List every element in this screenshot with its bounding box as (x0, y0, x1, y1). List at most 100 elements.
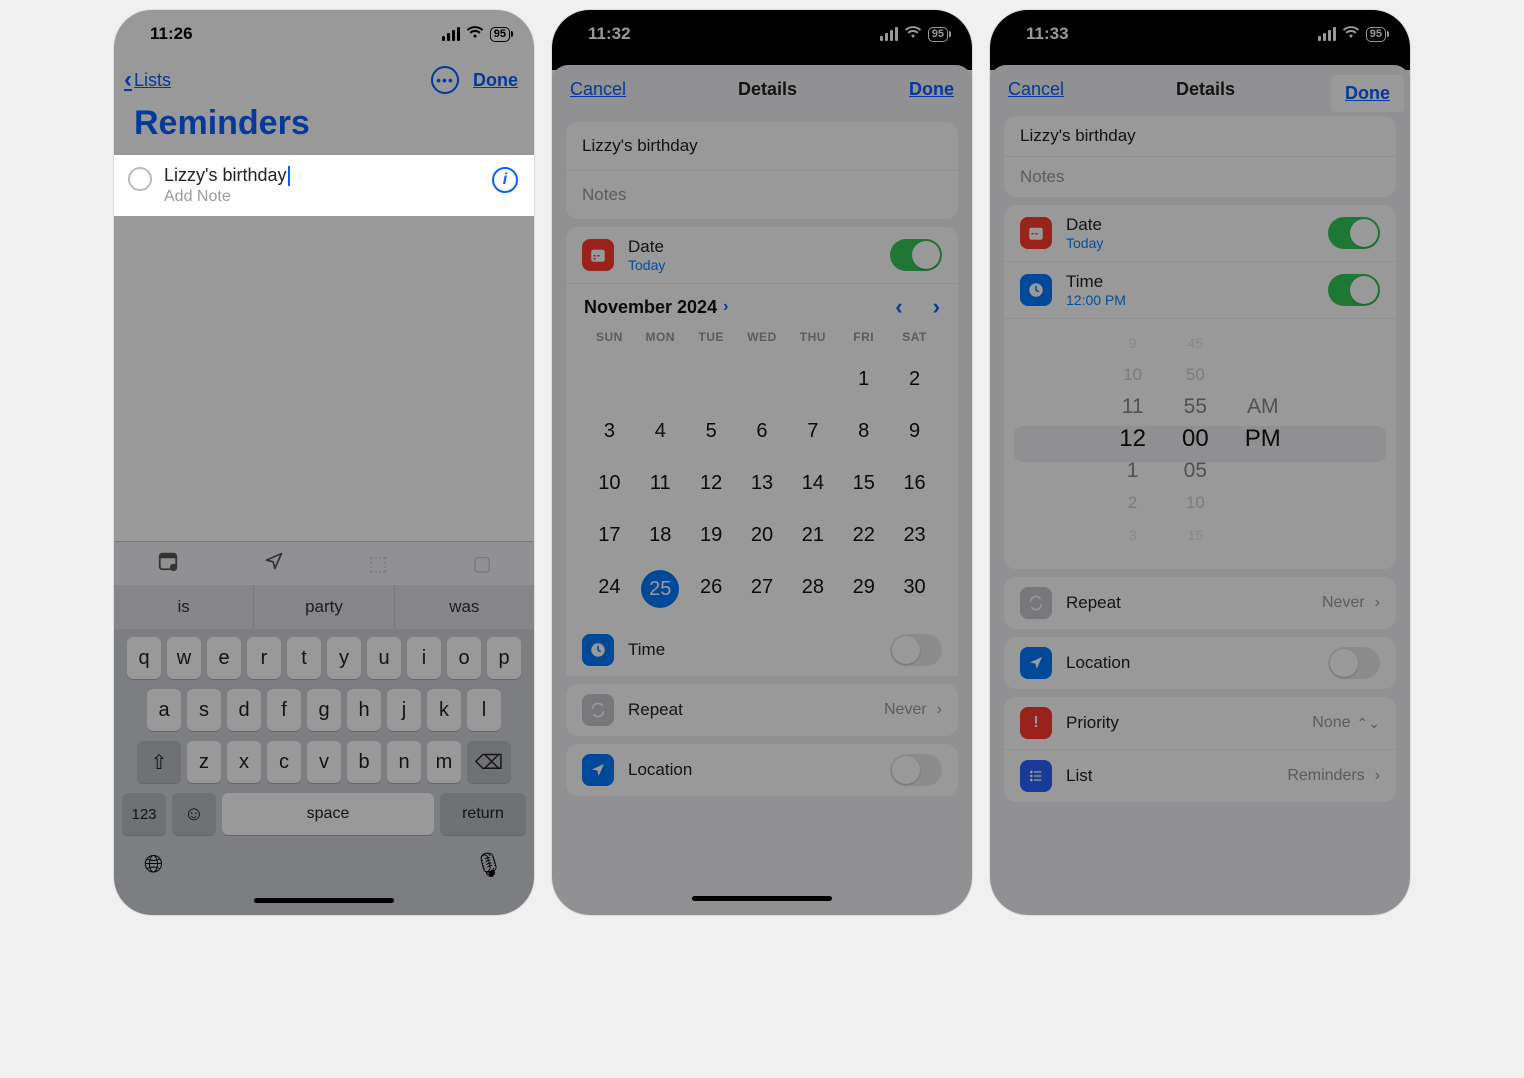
prev-month-button[interactable]: ‹ (895, 294, 902, 320)
key-m[interactable]: m (427, 741, 461, 783)
time-row[interactable]: Time (566, 624, 958, 676)
key-i[interactable]: i (407, 637, 441, 679)
back-button[interactable]: ‹ Lists (124, 66, 171, 94)
prediction-2[interactable]: party (254, 585, 394, 629)
repeat-row[interactable]: Repeat Never (1004, 577, 1396, 629)
wheel-value[interactable]: 12 (1119, 423, 1146, 455)
key-w[interactable]: w (167, 637, 201, 679)
wheel-value[interactable]: PM (1245, 423, 1281, 455)
wheel-value[interactable]: 2 (1119, 487, 1146, 519)
calendar-day[interactable]: 17 (584, 518, 635, 552)
key-n[interactable]: n (387, 741, 421, 783)
calendar-day[interactable]: 13 (737, 466, 788, 500)
calendar-day[interactable]: 28 (787, 570, 838, 604)
wheel-value[interactable]: 11 (1119, 391, 1146, 423)
key-d[interactable]: d (227, 689, 261, 731)
key-x[interactable]: x (227, 741, 261, 783)
notes-field[interactable]: Notes (1004, 157, 1396, 197)
reminder-item[interactable]: Lizzy's birthday Add Note i (114, 155, 534, 216)
date-toggle[interactable] (1328, 217, 1380, 249)
wheel-value[interactable]: 00 (1182, 423, 1209, 455)
wheel-value[interactable]: 9 (1119, 327, 1146, 359)
backspace-key[interactable]: ⌫ (467, 741, 511, 783)
minute-wheel[interactable]: 45505500051015 (1182, 327, 1209, 551)
more-button[interactable]: ••• (431, 66, 459, 94)
wheel-value[interactable] (1245, 487, 1281, 519)
calendar-day[interactable]: 7 (787, 414, 838, 448)
wheel-value[interactable]: 10 (1119, 359, 1146, 391)
time-row[interactable]: Time 12:00 PM (1004, 262, 1396, 319)
hour-wheel[interactable]: 9101112123 (1119, 327, 1146, 551)
location-toggle[interactable] (1328, 647, 1380, 679)
wheel-value[interactable]: 1 (1119, 455, 1146, 487)
calendar-day[interactable]: 11 (635, 466, 686, 500)
wheel-value[interactable] (1245, 359, 1281, 391)
key-e[interactable]: e (207, 637, 241, 679)
key-y[interactable]: y (327, 637, 361, 679)
cancel-button[interactable]: Cancel (1008, 79, 1064, 100)
keyboard[interactable]: qwertyuiop asdfghjkl ⇧ zxcvbnm ⌫ 123 ☺ s… (114, 629, 534, 915)
calendar-day[interactable]: 6 (737, 414, 788, 448)
location-row[interactable]: Location (1004, 637, 1396, 689)
priority-row[interactable]: ! Priority None⌃⌄ (1004, 697, 1396, 750)
key-v[interactable]: v (307, 741, 341, 783)
key-j[interactable]: j (387, 689, 421, 731)
tag-toolbar-icon[interactable]: ⬚ (369, 551, 388, 576)
space-key[interactable]: space (222, 793, 434, 835)
home-indicator[interactable] (254, 898, 394, 903)
key-q[interactable]: q (127, 637, 161, 679)
calendar-day[interactable]: 22 (838, 518, 889, 552)
key-t[interactable]: t (287, 637, 321, 679)
reminder-title-field[interactable]: Lizzy's birthday (566, 122, 958, 171)
repeat-row[interactable]: Repeat Never (566, 684, 958, 736)
done-button[interactable]: Done (473, 70, 518, 91)
location-row[interactable]: Location (566, 744, 958, 796)
calendar-day[interactable]: 23 (889, 518, 940, 552)
wheel-value[interactable]: 45 (1182, 327, 1209, 359)
calendar-day[interactable]: 3 (584, 414, 635, 448)
next-month-button[interactable]: › (933, 294, 940, 320)
calendar-day[interactable]: 4 (635, 414, 686, 448)
calendar-day[interactable]: 9 (889, 414, 940, 448)
calendar-day[interactable]: 15 (838, 466, 889, 500)
calendar-day[interactable]: 1 (838, 362, 889, 396)
calendar-month-label[interactable]: November 2024 (584, 297, 717, 318)
ampm-wheel[interactable]: AMPM (1245, 327, 1281, 551)
wheel-value[interactable]: 50 (1182, 359, 1209, 391)
calendar-day[interactable]: 30 (889, 570, 940, 604)
calendar-day[interactable]: 14 (787, 466, 838, 500)
calendar-day[interactable]: 5 (686, 414, 737, 448)
emoji-key[interactable]: ☺ (172, 793, 216, 835)
calendar-day[interactable]: 25 (641, 570, 679, 608)
location-toggle[interactable] (890, 754, 942, 786)
key-z[interactable]: z (187, 741, 221, 783)
key-b[interactable]: b (347, 741, 381, 783)
key-o[interactable]: o (447, 637, 481, 679)
calendar-day[interactable]: 12 (686, 466, 737, 500)
wheel-value[interactable] (1245, 327, 1281, 359)
add-note-field[interactable]: Add Note (164, 188, 480, 206)
calendar-day[interactable]: 16 (889, 466, 940, 500)
list-row[interactable]: List Reminders (1004, 750, 1396, 802)
shift-key[interactable]: ⇧ (137, 741, 181, 783)
wheel-value[interactable]: 3 (1119, 519, 1146, 551)
notes-field[interactable]: Notes (566, 171, 958, 219)
date-toggle[interactable] (890, 239, 942, 271)
calendar[interactable]: November 2024 › ‹ › SUNMONTUEWEDTHUFRISA… (566, 284, 958, 624)
calendar-day[interactable]: 10 (584, 466, 635, 500)
key-u[interactable]: u (367, 637, 401, 679)
numbers-key[interactable]: 123 (122, 793, 166, 835)
time-toggle[interactable] (890, 634, 942, 666)
calendar-day[interactable]: 8 (838, 414, 889, 448)
wheel-value[interactable]: 10 (1182, 487, 1209, 519)
reminder-title-field[interactable]: Lizzy's birthday (1004, 116, 1396, 157)
calendar-day[interactable]: 18 (635, 518, 686, 552)
prediction-1[interactable]: is (114, 585, 254, 629)
wheel-value[interactable]: 55 (1182, 391, 1209, 423)
key-c[interactable]: c (267, 741, 301, 783)
photo-toolbar-icon[interactable]: ▢ (473, 551, 492, 576)
calendar-day[interactable]: 29 (838, 570, 889, 604)
return-key[interactable]: return (440, 793, 526, 835)
done-button[interactable]: Done (1345, 83, 1390, 103)
home-indicator[interactable] (692, 896, 832, 901)
